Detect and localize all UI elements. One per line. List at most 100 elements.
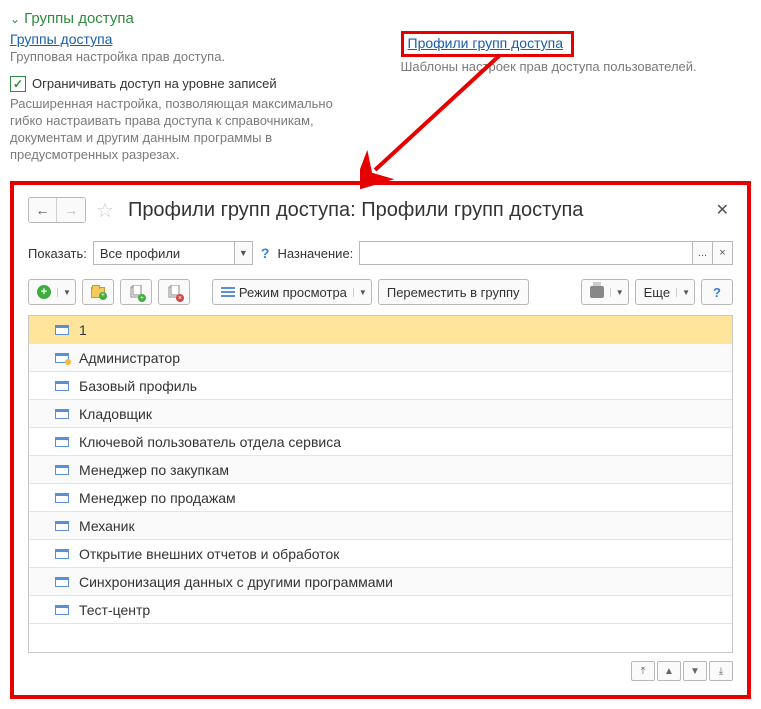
print-dropdown-icon[interactable]: ▼ xyxy=(610,288,624,297)
scroll-bottom-button[interactable]: ⤓ xyxy=(709,661,733,681)
profile-icon xyxy=(55,577,69,587)
show-label: Показать: xyxy=(28,246,87,261)
profile-icon xyxy=(55,325,69,335)
add-button[interactable]: + ▼ xyxy=(28,279,76,305)
profiles-link-highlight: Профили групп доступа xyxy=(401,31,575,57)
add-folder-button[interactable]: + xyxy=(82,279,114,305)
row-icon-cell xyxy=(35,521,69,531)
profiles-grid: 1 Администратор Базовый профиль Кладовщик Кл… xyxy=(28,315,733,653)
scroll-up-button[interactable]: ▲ xyxy=(657,661,681,681)
access-profiles-link[interactable]: Профили групп доступа xyxy=(408,35,564,51)
section-header[interactable]: ⌄ Группы доступа xyxy=(10,10,751,27)
row-icon-cell xyxy=(35,381,69,391)
table-row[interactable]: Кладовщик xyxy=(29,400,732,428)
access-groups-link[interactable]: Группы доступа xyxy=(10,31,112,47)
nav-buttons: ← → xyxy=(28,197,86,223)
row-icon-cell xyxy=(35,549,69,559)
show-combo-value: Все профили xyxy=(94,242,234,264)
help-button[interactable]: ? xyxy=(701,279,733,305)
table-row[interactable]: Менеджер по продажам xyxy=(29,484,732,512)
section-title: Группы доступа xyxy=(24,10,134,27)
table-row[interactable]: Ключевой пользователь отдела сервиса xyxy=(29,428,732,456)
purpose-label: Назначение: xyxy=(277,246,353,261)
row-icon-cell xyxy=(35,353,69,363)
profile-icon xyxy=(55,353,69,363)
row-icon-cell xyxy=(35,465,69,475)
restrict-records-label: Ограничивать доступ на уровне записей xyxy=(32,76,277,91)
row-icon-cell xyxy=(35,437,69,447)
row-icon-cell xyxy=(35,577,69,587)
copy-plus-badge-icon: + xyxy=(138,294,146,302)
table-row[interactable]: Механик xyxy=(29,512,732,540)
show-combo-dropdown-icon[interactable]: ▼ xyxy=(234,242,252,264)
purpose-clear-button[interactable]: × xyxy=(712,242,732,264)
nav-back-button[interactable]: ← xyxy=(29,198,57,222)
view-mode-label: Режим просмотра xyxy=(239,285,347,300)
row-label: Менеджер по закупкам xyxy=(79,462,229,478)
show-combo[interactable]: Все профили ▼ xyxy=(93,241,253,265)
table-row[interactable]: Открытие внешних отчетов и обработок xyxy=(29,540,732,568)
print-icon xyxy=(590,286,604,298)
delete-button[interactable]: × xyxy=(158,279,190,305)
row-label: Менеджер по продажам xyxy=(79,490,236,506)
purpose-choose-button[interactable]: ... xyxy=(692,242,712,264)
table-row[interactable]: 1 xyxy=(29,316,732,344)
show-help-icon[interactable]: ? xyxy=(259,245,272,261)
view-mode-dropdown-icon[interactable]: ▼ xyxy=(353,288,367,297)
profile-icon xyxy=(55,549,69,559)
profile-icon xyxy=(55,465,69,475)
grid-empty-space xyxy=(29,624,732,652)
move-to-group-label: Переместить в группу xyxy=(387,285,520,300)
profile-icon xyxy=(55,437,69,447)
more-dropdown-icon[interactable]: ▼ xyxy=(676,288,690,297)
purpose-field[interactable] xyxy=(360,242,692,264)
favorite-star-icon[interactable]: ☆ xyxy=(96,198,114,223)
access-groups-desc: Групповая настройка прав доступа. xyxy=(10,49,361,66)
profile-icon xyxy=(55,409,69,419)
row-label: Открытие внешних отчетов и обработок xyxy=(79,546,339,562)
table-row[interactable]: Администратор xyxy=(29,344,732,372)
copy-button[interactable]: + xyxy=(120,279,152,305)
close-icon[interactable]: ✕ xyxy=(712,200,733,220)
scroll-top-button[interactable]: ⤒ xyxy=(631,661,655,681)
row-icon-cell xyxy=(35,605,69,615)
row-label: Базовый профиль xyxy=(79,378,197,394)
profile-icon xyxy=(55,493,69,503)
move-to-group-button[interactable]: Переместить в группу xyxy=(378,279,529,305)
row-label: Механик xyxy=(79,518,135,534)
window-title: Профили групп доступа: Профили групп дос… xyxy=(128,199,584,222)
list-icon xyxy=(221,287,235,297)
delete-icon: × xyxy=(167,285,181,299)
more-button[interactable]: Еще ▼ xyxy=(635,279,695,305)
delete-x-badge-icon: × xyxy=(176,294,184,302)
row-label: Тест-центр xyxy=(79,602,150,618)
more-label: Еще xyxy=(644,285,670,300)
table-row[interactable]: Базовый профиль xyxy=(29,372,732,400)
row-icon-cell xyxy=(35,325,69,335)
profile-icon xyxy=(55,521,69,531)
purpose-input[interactable]: ... × xyxy=(359,241,733,265)
profile-icon xyxy=(55,381,69,391)
scroll-down-button[interactable]: ▼ xyxy=(683,661,707,681)
row-label: Ключевой пользователь отдела сервиса xyxy=(79,434,341,450)
row-icon-cell xyxy=(35,493,69,503)
add-dropdown-icon[interactable]: ▼ xyxy=(57,288,71,297)
view-mode-button[interactable]: Режим просмотра ▼ xyxy=(212,279,372,305)
extended-desc: Расширенная настройка, позволяющая макси… xyxy=(10,96,361,164)
print-button[interactable]: ▼ xyxy=(581,279,629,305)
help-icon: ? xyxy=(713,285,721,300)
chevron-down-icon: ⌄ xyxy=(10,12,20,26)
folder-icon: + xyxy=(91,287,105,298)
table-row[interactable]: Менеджер по закупкам xyxy=(29,456,732,484)
row-label: Администратор xyxy=(79,350,180,366)
table-row[interactable]: Тест-центр xyxy=(29,596,732,624)
row-label: 1 xyxy=(79,322,87,338)
restrict-records-checkbox[interactable]: ✓ xyxy=(10,76,26,92)
row-label: Синхронизация данных с другими программа… xyxy=(79,574,393,590)
folder-plus-badge-icon: + xyxy=(99,292,107,300)
nav-forward-button[interactable]: → xyxy=(57,198,85,222)
table-row[interactable]: Синхронизация данных с другими программа… xyxy=(29,568,732,596)
profiles-window: ← → ☆ Профили групп доступа: Профили гру… xyxy=(10,181,751,699)
profile-icon xyxy=(55,605,69,615)
access-profiles-desc: Шаблоны настроек прав доступа пользовате… xyxy=(401,59,752,76)
